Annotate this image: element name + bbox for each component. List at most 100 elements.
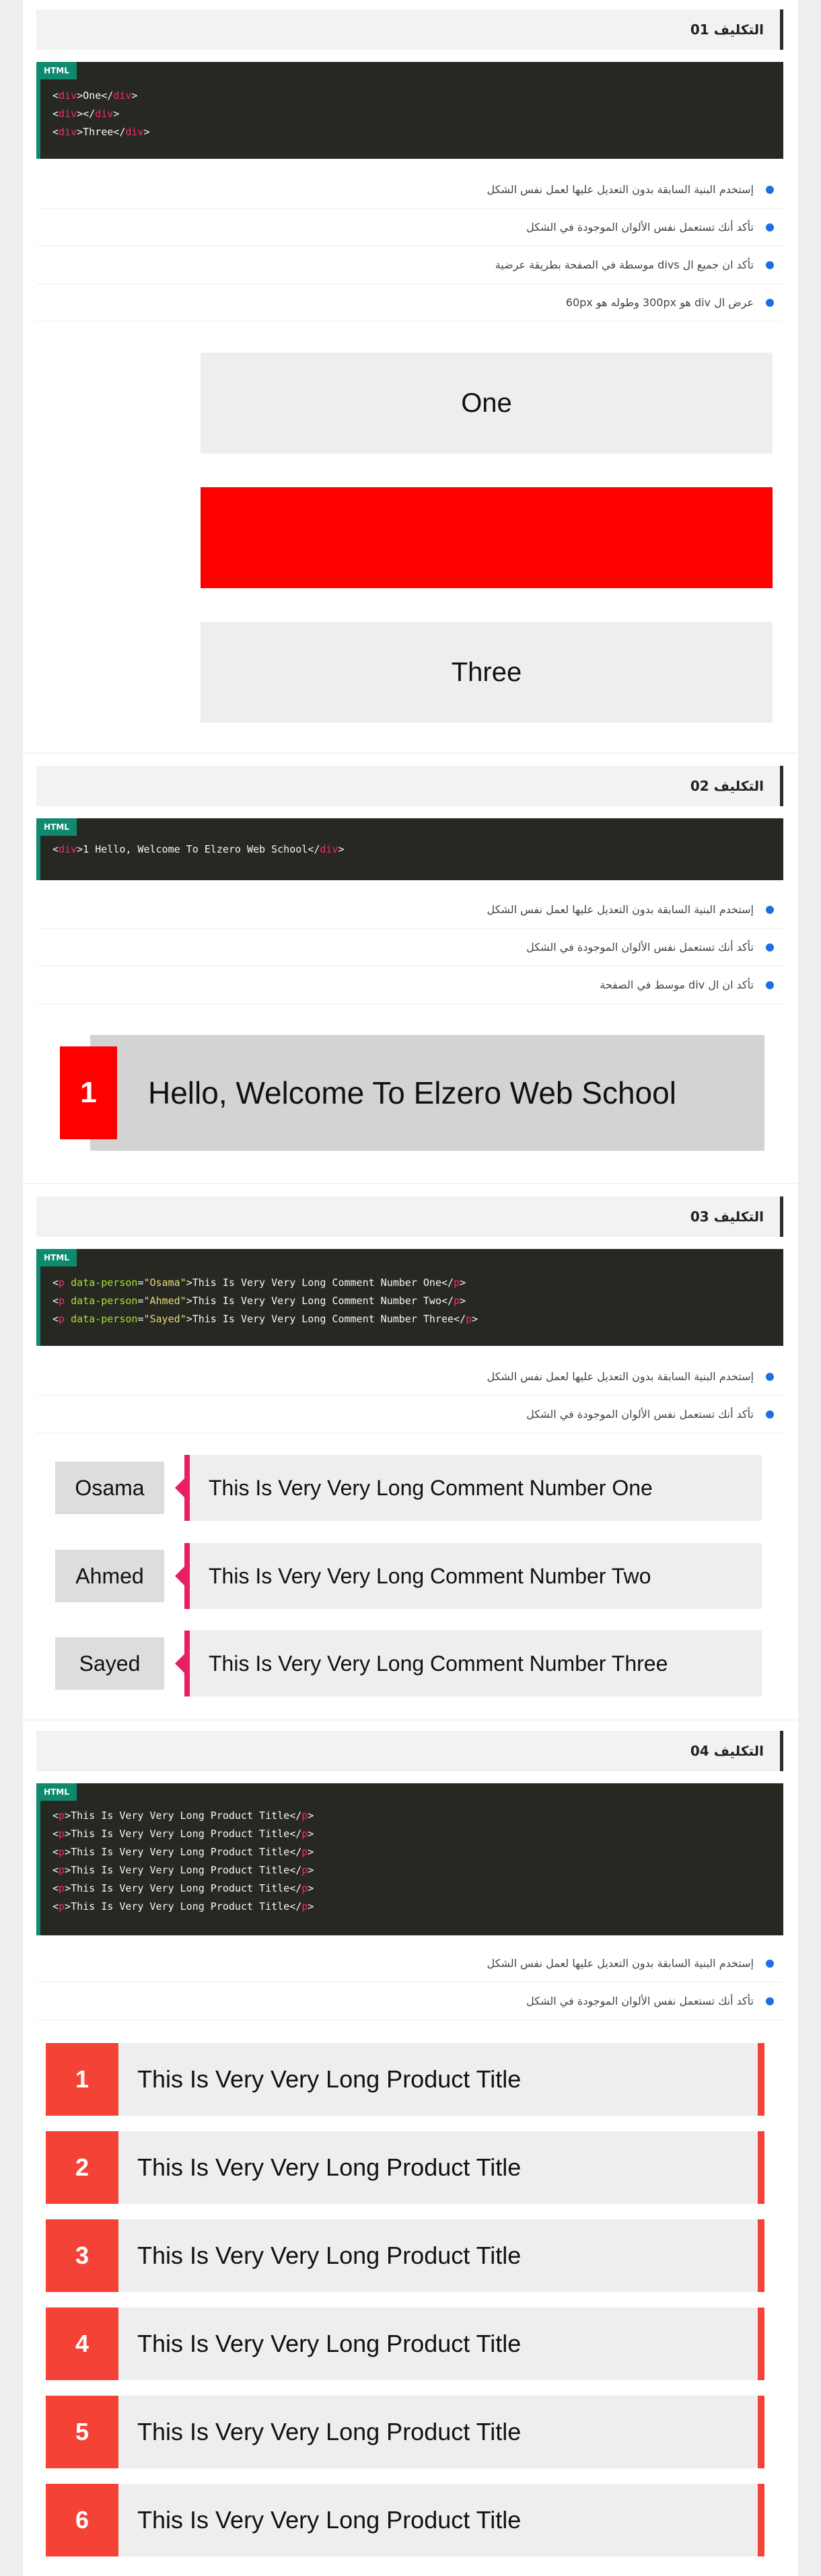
code-token: data-person: [71, 1313, 138, 1325]
requirement-item: تأكد أنك تستعمل نفس الألوان الموجودة في …: [36, 1982, 783, 2020]
code-token: p: [59, 1295, 65, 1307]
code-token: >: [472, 1313, 478, 1325]
comment-person: Sayed: [55, 1637, 164, 1690]
hello-text: Hello, Welcome To Elzero Web School: [148, 1075, 676, 1110]
bullet-dot-icon: [766, 299, 774, 307]
code-token: p: [301, 1882, 308, 1894]
code-token: p: [59, 1900, 65, 1912]
code-line: <p>This Is Very Very Long Product Title<…: [52, 1807, 314, 1825]
assignment-title: التكليف 01: [690, 22, 764, 38]
code-token: p: [59, 1313, 65, 1325]
requirement-text: تأكد أنك تستعمل نفس الألوان الموجودة في …: [526, 1408, 754, 1421]
html-badge: HTML: [36, 818, 77, 836]
bullet-dot-icon: [766, 1373, 774, 1381]
bullet-dot-icon: [766, 1997, 774, 2005]
assignment-title: التكليف 02: [690, 778, 764, 794]
code-line: <p>This Is Very Very Long Product Title<…: [52, 1898, 314, 1916]
bullet-dot-icon: [766, 186, 774, 194]
code-token: div: [59, 90, 77, 102]
code-token: div: [59, 126, 77, 138]
code-token: >: [308, 1846, 314, 1858]
code-line: <div>One</div>: [52, 87, 150, 105]
code-line: <p>This Is Very Very Long Product Title<…: [52, 1843, 314, 1861]
code-line: <p>This Is Very Very Long Product Title<…: [52, 1861, 314, 1880]
code-lines: <div>One</div> <div></div> <div>Three</div…: [52, 87, 150, 141]
code-line: <p data-person="Osama">This Is Very Very…: [52, 1274, 478, 1292]
comment-text: This Is Very Very Long Comment Number Th…: [209, 1651, 668, 1676]
code-token: >This Is Very Very Long Product Title</: [65, 1846, 302, 1858]
code-line: <p data-person="Sayed">This Is Very Very…: [52, 1310, 478, 1328]
product-number: 2: [46, 2131, 118, 2204]
requirement-text: إستخدم البنية السابقة بدون التعديل عليها…: [487, 1957, 754, 1970]
code-token: <: [52, 1864, 59, 1876]
code-token: div: [59, 843, 77, 855]
requirement-item: إستخدم البنية السابقة بدون التعديل عليها…: [36, 1945, 783, 1982]
code-token: <: [52, 843, 59, 855]
bullet-dot-icon: [766, 981, 774, 989]
comment-text: This Is Very Very Long Comment Number On…: [209, 1476, 653, 1500]
product-title: This Is Very Very Long Product Title: [137, 2153, 522, 2181]
html-badge: HTML: [36, 1783, 77, 1801]
code-token: p: [59, 1846, 65, 1858]
product-title: This Is Very Very Long Product Title: [137, 2065, 522, 2093]
code-token: >: [308, 1828, 314, 1840]
hello-number-badge: 1: [60, 1046, 117, 1139]
requirement-item: تأكد أنك تستعمل نفس الألوان الموجودة في …: [36, 1396, 783, 1433]
code-token: >: [308, 1882, 314, 1894]
code-token: p: [59, 1810, 65, 1822]
code-token: p: [301, 1828, 308, 1840]
demo-box-red: [201, 487, 773, 588]
code-token: <: [52, 108, 59, 120]
requirement-text: تأكد ان جميع ال divs موسطة في الصفحة بطر…: [495, 258, 754, 271]
code-token: <: [52, 1882, 59, 1894]
comment-body: This Is Very Very Long Comment Number Th…: [175, 1631, 762, 1696]
requirement-item: إستخدم البنية السابقة بدون التعديل عليها…: [36, 1358, 783, 1396]
comment-body: This Is Very Very Long Comment Number On…: [175, 1455, 762, 1521]
code-token: <: [52, 1277, 59, 1289]
code-token: p: [301, 1900, 308, 1912]
comment-person: Ahmed: [55, 1550, 164, 1602]
product-row: 3 This Is Very Very Long Product Title: [46, 2219, 764, 2292]
code-token: p: [301, 1846, 308, 1858]
code-token: >: [131, 90, 138, 102]
code-token: >: [460, 1295, 466, 1307]
requirement-text: تأكد ان ال div موسط في الصفحة: [600, 978, 754, 991]
requirements-list: إستخدم البنية السابقة بدون التعديل عليها…: [36, 171, 783, 322]
requirement-item: تأكد أنك تستعمل نفس الألوان الموجودة في …: [36, 209, 783, 246]
requirements-list: إستخدم البنية السابقة بدون التعديل عليها…: [36, 891, 783, 1004]
product-title: This Is Very Very Long Product Title: [137, 2330, 522, 2357]
code-token: >: [338, 843, 345, 855]
code-token: p: [59, 1277, 65, 1289]
code-token: p: [466, 1313, 472, 1325]
code-token: >This Is Very Very Long Product Title</: [65, 1810, 302, 1822]
code-token: data-person: [71, 1295, 138, 1307]
code-lines: <p data-person="Osama">This Is Very Very…: [52, 1274, 478, 1328]
product-title: This Is Very Very Long Product Title: [137, 2418, 522, 2445]
code-token: >1 Hello, Welcome To Elzero Web School</: [77, 843, 320, 855]
code-token: p: [454, 1295, 460, 1307]
requirement-text: إستخدم البنية السابقة بدون التعديل عليها…: [487, 1370, 754, 1383]
code-token: >This Is Very Very Long Comment Number T…: [186, 1295, 454, 1307]
code-token: >: [308, 1900, 314, 1912]
code-line: <div>Three</div>: [52, 123, 150, 141]
assignment-title-bar: التكليف 01: [36, 9, 783, 50]
product-row: 4 This Is Very Very Long Product Title: [46, 2307, 764, 2380]
html-badge: HTML: [36, 1249, 77, 1266]
assignment-title-bar: التكليف 03: [36, 1196, 783, 1237]
code-line: < p>This Is Very Very Long Product Title<…: [52, 1880, 314, 1898]
code-line: <div></div>: [52, 105, 150, 123]
code-token: ></: [77, 108, 96, 120]
requirements-list: إستخدم البنية السابقة بدون التعديل عليها…: [36, 1945, 783, 2020]
section-divider: [23, 1719, 798, 1721]
code-token: >Three</: [77, 126, 126, 138]
code-token: >This Is Very Very Long Product Title</: [65, 1882, 302, 1894]
code-token: >This Is Very Very Long Product Title</: [65, 1864, 302, 1876]
product-number: 6: [46, 2484, 118, 2556]
code-token: div: [113, 90, 132, 102]
code-block: HTML <p>This Is Very Very Long Product T…: [36, 1783, 783, 1935]
requirements-list: إستخدم البنية السابقة بدون التعديل عليها…: [36, 1358, 783, 1433]
demo-box-one: One: [201, 353, 773, 454]
section-divider: [23, 1183, 798, 1184]
product-row: 6 This Is Very Very Long Product Title: [46, 2484, 764, 2556]
code-token: "Ahmed": [143, 1295, 186, 1307]
